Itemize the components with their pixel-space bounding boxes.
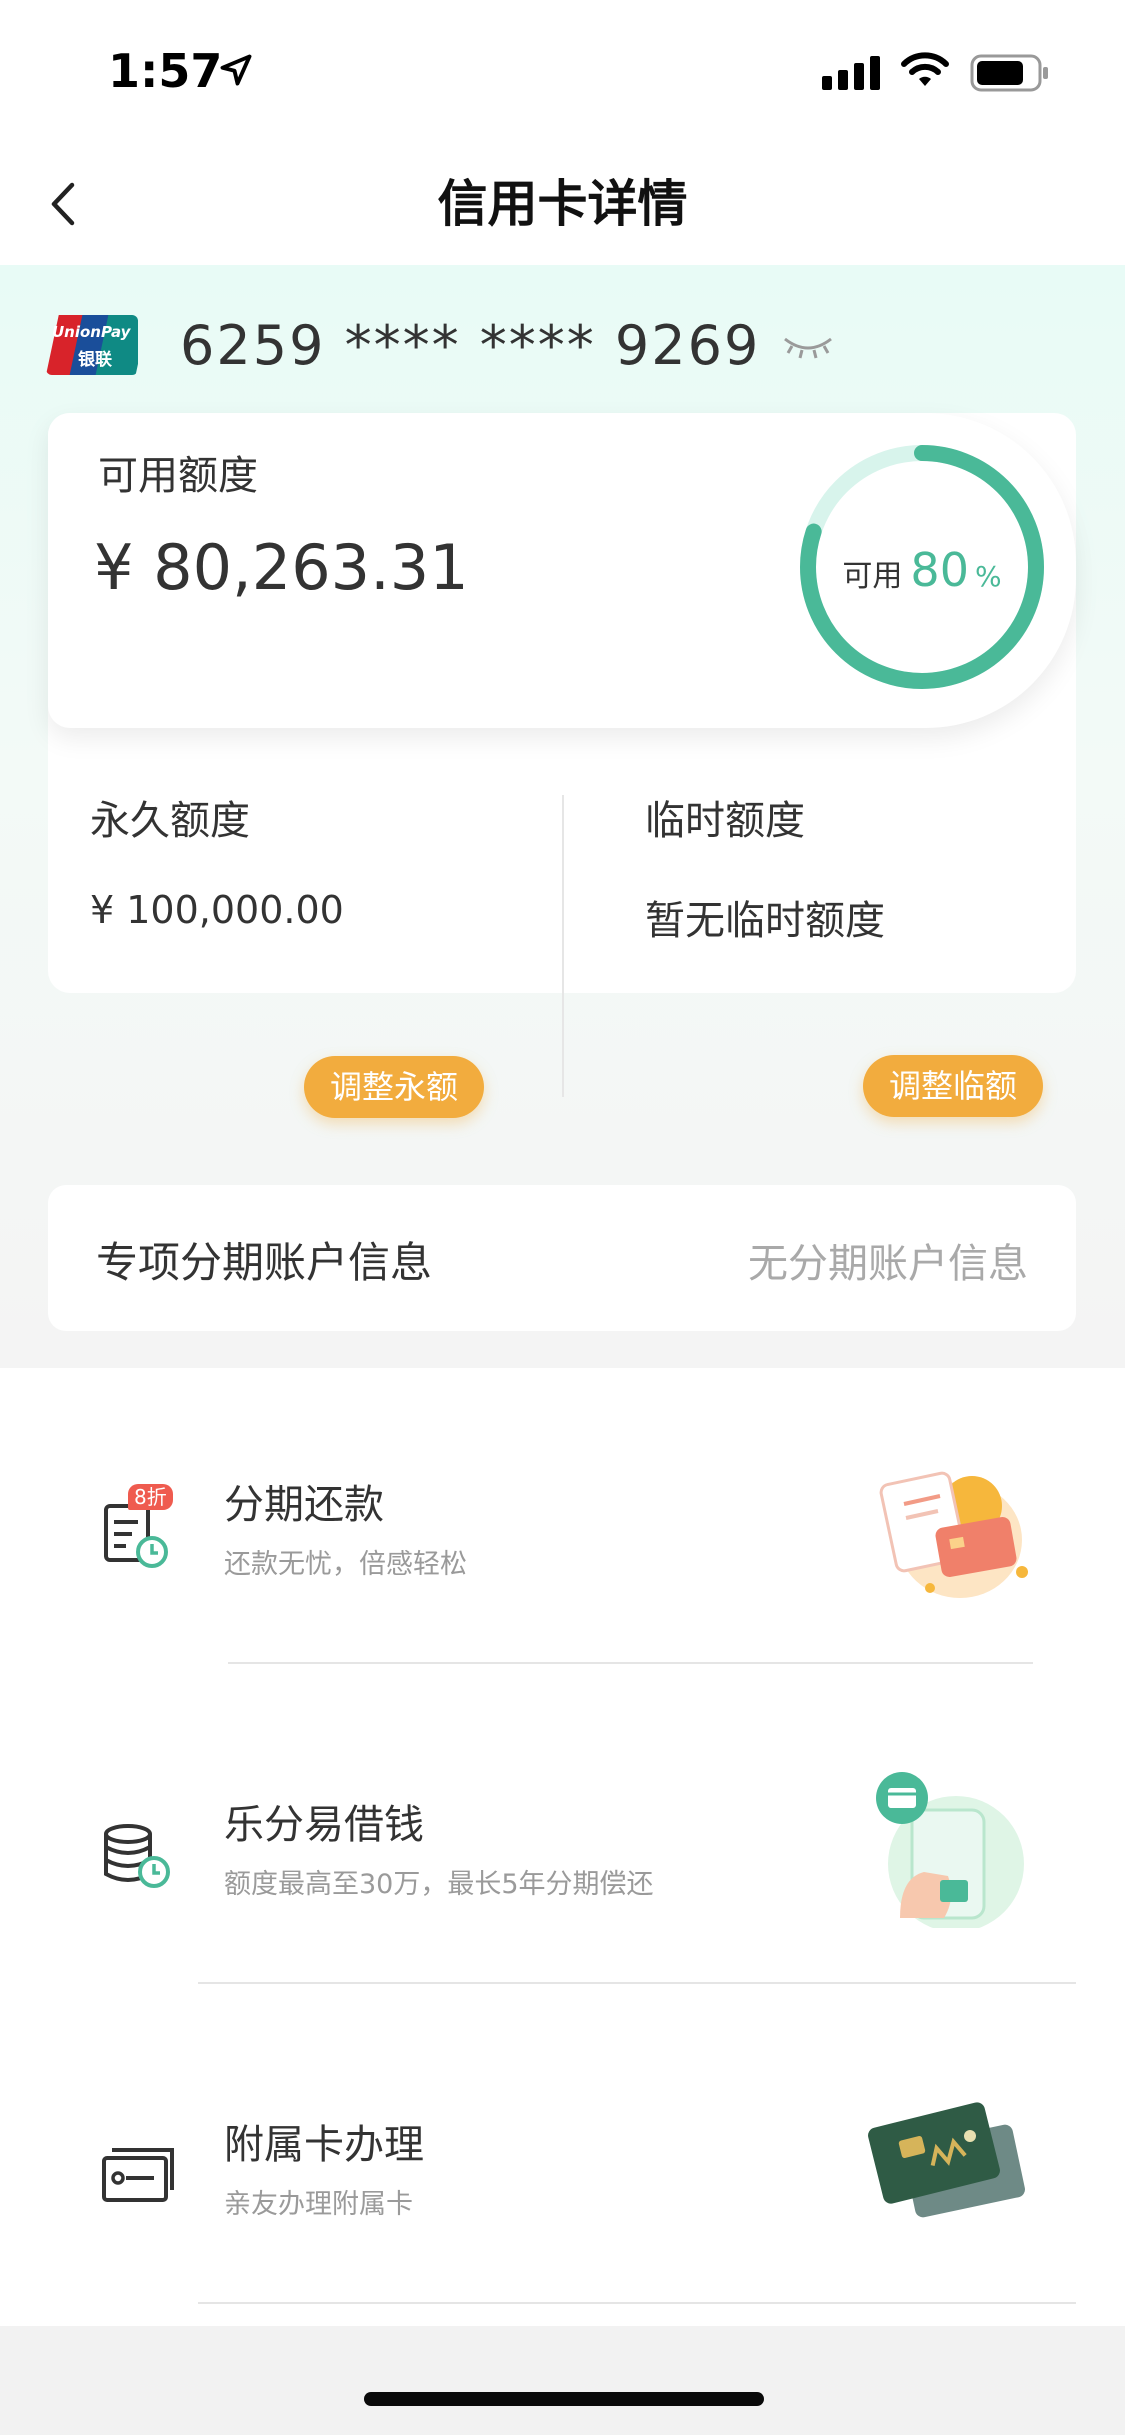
installment-account-value: 无分期账户信息 <box>748 1241 1028 1287</box>
page-title: 信用卡详情 <box>437 175 688 233</box>
status-time: 1:57 <box>108 44 223 98</box>
card-summary-area: UnionPay 银联 6259 **** **** 9269 可用额度 ¥ 8… <box>0 265 1125 1370</box>
limit-divider <box>562 795 564 1097</box>
ring-prefix: 可用 <box>842 559 903 594</box>
service-title: 分期还款 <box>224 1482 384 1528</box>
service-divider <box>228 1662 1033 1664</box>
coins-clock-icon <box>104 1824 170 1888</box>
service-divider <box>198 1982 1076 1984</box>
signal-icon <box>822 56 880 90</box>
credit-limit-card: 可用额度 ¥ 80,263.31 可用 80% 永久额度 ¥ 100,000.00… <box>48 413 1076 1118</box>
unionpay-logo: UnionPay 银联 <box>46 315 138 375</box>
loan-illustration <box>876 1772 1024 1928</box>
ring-unit: % <box>974 560 1002 593</box>
card-icon <box>102 2148 174 2202</box>
temporary-limit-label: 临时额度 <box>645 798 805 844</box>
status-bar: 1:57 <box>0 0 1125 140</box>
wifi-icon <box>901 52 949 86</box>
adjust-temporary-limit-button[interactable]: 调整临额 <box>863 1055 1044 1117</box>
temporary-limit-value: 暂无临时额度 <box>645 898 885 944</box>
service-divider <box>198 2302 1076 2304</box>
services-list: 8折 分期还款 还款无忧，倍感轻松 乐分易借钱 额度最高至30万，最长5年分期偿… <box>0 1368 1125 2326</box>
service-loan[interactable]: 乐分易借钱 额度最高至30万，最长5年分期偿还 <box>0 1688 1125 2008</box>
battery-icon <box>970 54 1048 92</box>
available-ratio-text: 可用 80% <box>796 543 1048 597</box>
service-subtitle: 还款无忧，倍感轻松 <box>224 1549 467 1580</box>
home-indicator <box>364 2392 764 2406</box>
location-arrow-icon <box>220 54 252 86</box>
card-number: 6259 **** **** 9269 <box>180 313 761 377</box>
nav-header: 信用卡详情 <box>0 140 1125 265</box>
service-installment-repayment[interactable]: 8折 分期还款 还款无忧，倍感轻松 <box>0 1368 1125 1688</box>
adjust-permanent-limit-button[interactable]: 调整永额 <box>304 1056 485 1118</box>
ring-percent: 80 <box>910 543 969 597</box>
service-subtitle: 额度最高至30万，最长5年分期偿还 <box>224 1869 654 1900</box>
card-number-row: UnionPay 银联 6259 **** **** 9269 <box>46 305 834 385</box>
installment-account-row[interactable]: 专项分期账户信息 无分期账户信息 <box>48 1185 1076 1331</box>
available-limit-label: 可用额度 <box>98 453 258 499</box>
installment-account-label: 专项分期账户信息 <box>96 1238 433 1287</box>
service-subtitle: 亲友办理附属卡 <box>224 2189 413 2220</box>
eye-closed-icon[interactable] <box>782 333 834 363</box>
available-limit-amount: ¥ 80,263.31 <box>94 531 469 604</box>
permanent-limit-label: 永久额度 <box>90 798 250 844</box>
discount-badge: 8折 <box>128 1484 173 1510</box>
service-supplementary-card[interactable]: 附属卡办理 亲友办理附属卡 <box>0 2008 1125 2328</box>
card-illustration <box>868 2102 1025 2218</box>
permanent-limit-value: ¥ 100,000.00 <box>90 888 344 932</box>
installment-illustration <box>879 1471 1028 1598</box>
service-title: 附属卡办理 <box>224 2122 424 2168</box>
service-title: 乐分易借钱 <box>224 1802 424 1848</box>
